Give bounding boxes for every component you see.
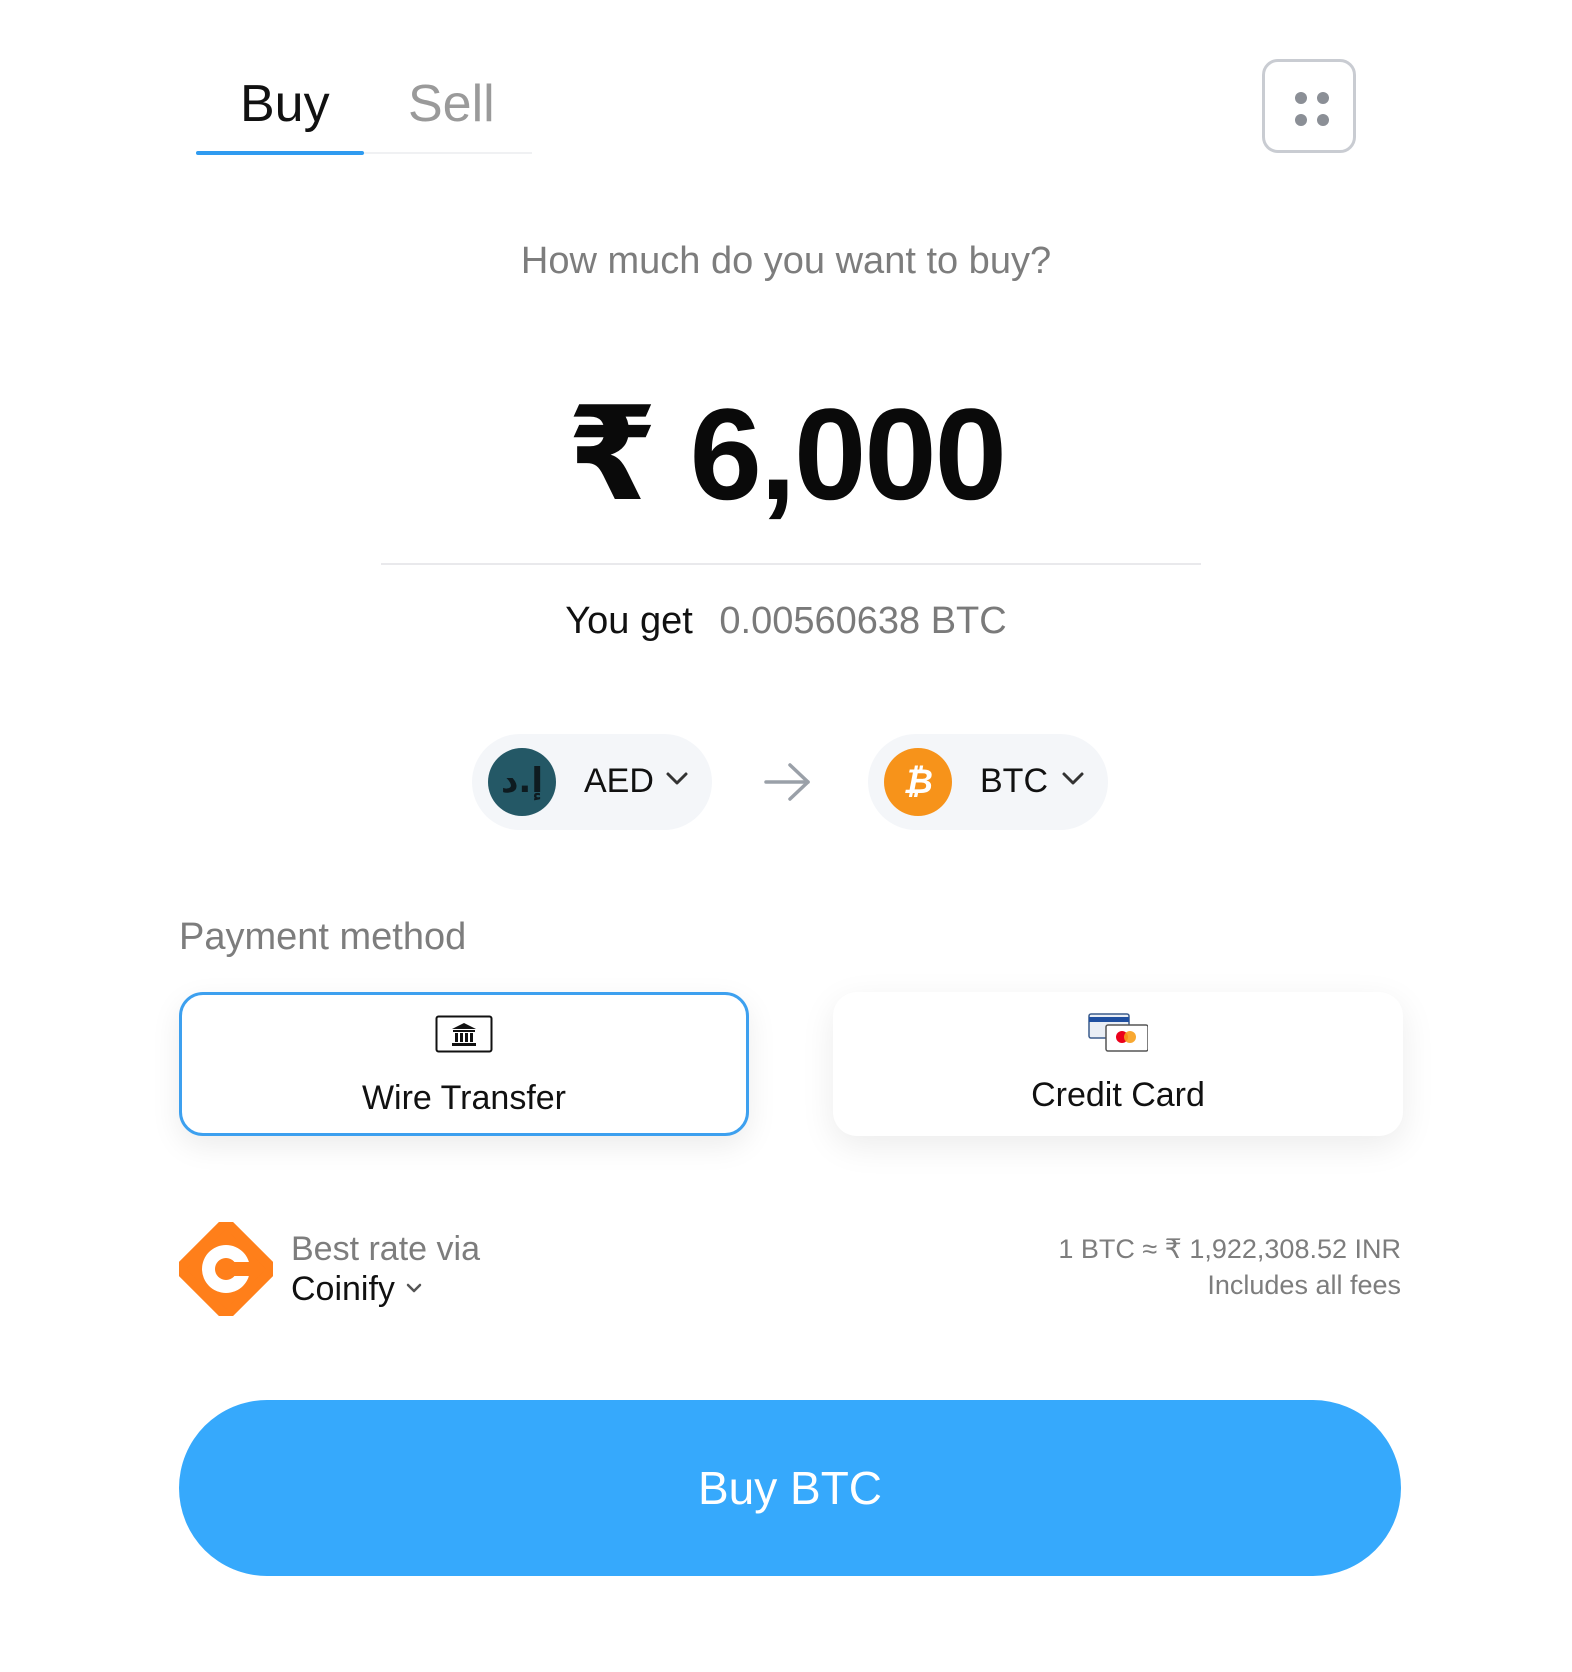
tab-buy[interactable]: Buy <box>240 74 330 134</box>
provider-caption: Best rate via <box>291 1230 480 1268</box>
receive-label: You get <box>565 600 693 642</box>
chevron-down-icon[interactable] <box>404 1282 424 1296</box>
receive-summary: You get 0.00560638 BTC <box>0 600 1572 643</box>
receive-value: 0.00560638 BTC <box>719 600 1007 642</box>
fees-note: Includes all fees <box>1207 1270 1401 1300</box>
credit-card-label: Credit Card <box>1031 1076 1205 1114</box>
from-currency-selector[interactable]: إ.د AED <box>472 734 712 830</box>
coinify-logo <box>179 1222 273 1316</box>
grid-dots-icon <box>1295 92 1329 126</box>
provider-selector[interactable]: Coinify <box>291 1270 395 1309</box>
chevron-down-icon <box>666 772 688 785</box>
aed-coin-icon: إ.د <box>488 748 556 816</box>
grid-menu-button[interactable] <box>1262 59 1356 153</box>
bank-icon <box>435 1015 493 1053</box>
to-currency-code: BTC <box>980 762 1048 800</box>
credit-card-option[interactable]: Credit Card <box>833 992 1403 1136</box>
wire-transfer-option[interactable]: Wire Transfer <box>179 992 749 1136</box>
bitcoin-icon: ₿ <box>884 748 952 816</box>
cards-icon <box>1088 1013 1148 1052</box>
tab-sell[interactable]: Sell <box>408 74 495 134</box>
amount-divider <box>381 563 1201 565</box>
tab-bar: Buy Sell <box>196 62 532 155</box>
payment-method-title: Payment method <box>179 916 467 958</box>
from-currency-code: AED <box>584 762 654 800</box>
exchange-rate: 1 BTC ≈ ₹ 1,922,308.52 INR <box>1058 1234 1401 1264</box>
chevron-down-icon <box>1062 772 1084 785</box>
arrow-right-icon <box>764 763 810 801</box>
to-currency-selector[interactable]: ₿ BTC <box>868 734 1108 830</box>
wire-transfer-label: Wire Transfer <box>361 1079 567 1117</box>
buy-btc-button[interactable]: Buy BTC <box>179 1400 1401 1576</box>
amount-input[interactable]: ₹ 6,000 <box>0 378 1572 530</box>
amount-prompt: How much do you want to buy? <box>520 240 1052 282</box>
active-tab-indicator <box>196 151 364 155</box>
buy-sell-screen: Buy Sell How much do you want to buy? ₹ … <box>0 0 1572 1672</box>
